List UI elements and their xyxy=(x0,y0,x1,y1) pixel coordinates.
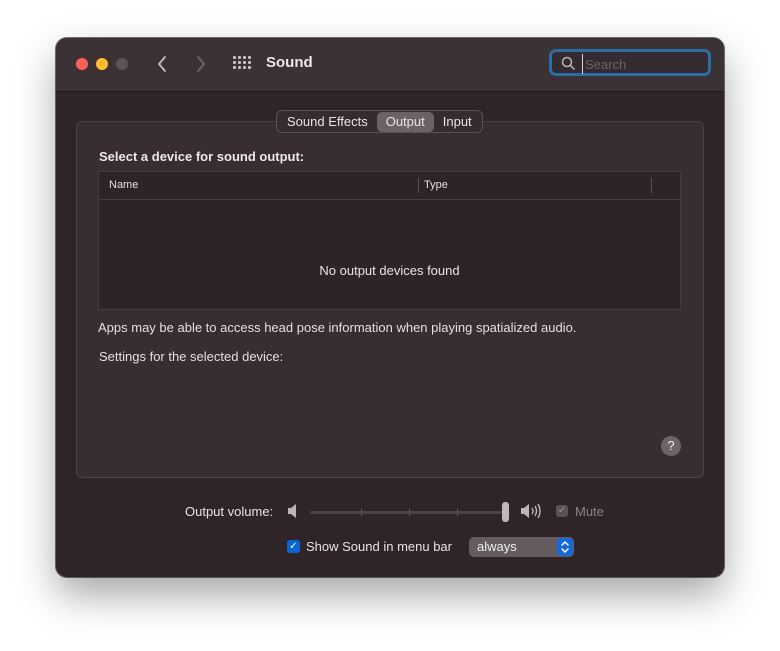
column-header-name[interactable]: Name xyxy=(109,179,138,191)
back-button[interactable] xyxy=(152,53,174,75)
speaker-high-icon xyxy=(521,503,541,519)
empty-table-message: No output devices found xyxy=(319,263,460,278)
volume-slider-track[interactable] xyxy=(310,511,510,514)
column-divider[interactable] xyxy=(651,178,652,193)
volume-tick xyxy=(409,508,410,516)
chevron-left-icon xyxy=(158,56,166,72)
volume-tick xyxy=(361,508,362,516)
show-in-menu-bar-label[interactable]: Show Sound in menu bar xyxy=(306,539,452,554)
volume-tick xyxy=(457,508,458,516)
search-icon xyxy=(561,56,575,70)
table-header: Name Type xyxy=(99,172,680,200)
sound-preferences-window: Sound Sound Effects Output Input Select … xyxy=(56,38,724,577)
device-settings-label: Settings for the selected device: xyxy=(99,349,284,364)
output-devices-table[interactable]: Name Type No output devices found xyxy=(98,171,681,310)
title-bar: Sound xyxy=(56,38,724,92)
zoom-button[interactable] xyxy=(116,58,128,70)
chevron-right-icon xyxy=(197,56,205,72)
search-input[interactable] xyxy=(582,54,707,74)
column-header-type[interactable]: Type xyxy=(424,179,448,191)
volume-slider-thumb[interactable] xyxy=(502,502,509,522)
mute-label: Mute xyxy=(575,504,604,519)
column-divider[interactable] xyxy=(418,178,419,193)
help-button[interactable]: ? xyxy=(661,436,681,456)
show-in-menu-bar-checkbox[interactable]: ✓ xyxy=(287,540,300,553)
output-section-label: Select a device for sound output: xyxy=(99,149,305,164)
mute-checkbox[interactable]: ✓ xyxy=(556,505,568,517)
search-field[interactable] xyxy=(549,49,711,76)
spatial-audio-info: Apps may be able to access head pose inf… xyxy=(98,320,577,335)
tab-sound-effects[interactable]: Sound Effects xyxy=(278,112,377,132)
forward-button[interactable] xyxy=(189,53,211,75)
up-down-chevron-icon xyxy=(557,538,573,556)
close-button[interactable] xyxy=(76,58,88,70)
minimize-button[interactable] xyxy=(96,58,108,70)
window-title: Sound xyxy=(266,54,313,71)
select-value: always xyxy=(477,539,517,554)
menu-bar-visibility-select[interactable]: always xyxy=(469,537,574,557)
show-all-grid-icon[interactable] xyxy=(233,56,251,70)
pane-tabs: Sound Effects Output Input xyxy=(276,110,483,133)
speaker-low-icon xyxy=(288,504,296,518)
tab-input[interactable]: Input xyxy=(434,112,481,132)
tab-output[interactable]: Output xyxy=(376,112,434,132)
output-volume-label: Output volume: xyxy=(185,504,274,519)
